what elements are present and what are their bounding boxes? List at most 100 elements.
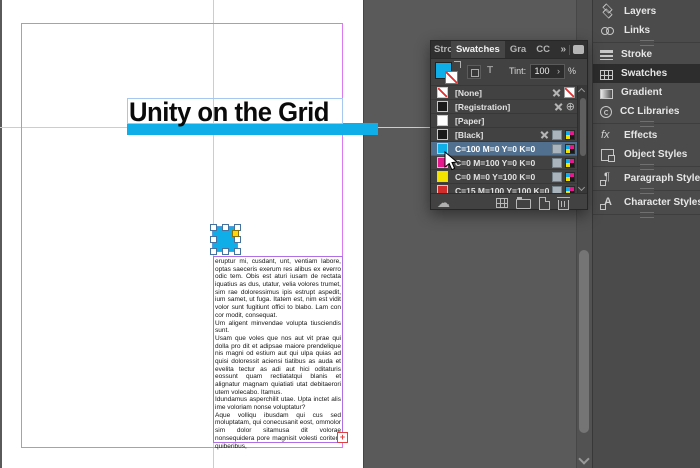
swatch-name: [Paper] xyxy=(455,116,484,126)
swatch-row-icons xyxy=(552,87,575,98)
swatch-row-icons: ⊕ xyxy=(554,102,575,112)
square-icon xyxy=(552,130,562,140)
swatch-row-icons xyxy=(552,158,575,168)
swatch-list-scrollbar[interactable] xyxy=(577,86,587,193)
swatch-row[interactable]: [None] xyxy=(431,86,587,100)
swatch-row[interactable]: C=0 M=0 Y=100 K=0 xyxy=(431,170,587,184)
selection-handle-e[interactable] xyxy=(234,236,241,243)
stroke-proxy-swatch-none[interactable] xyxy=(445,71,458,84)
divider-grip-icon[interactable] xyxy=(640,164,654,170)
panel-dock-sidebar: Layers Links StrokeSwatchesGradientCC Libr… xyxy=(592,0,700,468)
panel-menu-icon[interactable] xyxy=(573,45,584,54)
swatch-chip xyxy=(437,101,448,112)
cmyk-icon xyxy=(565,158,575,168)
tint-value-field[interactable]: 100 xyxy=(530,64,554,79)
swatch-row-icons xyxy=(540,130,575,140)
sidebar-item-links[interactable]: Links xyxy=(593,21,700,40)
panel-overflow-chevrons-icon[interactable]: » xyxy=(560,44,566,55)
new-swatch-icon[interactable] xyxy=(539,197,550,210)
sidebar-item-cc-libraries[interactable]: CC Libraries xyxy=(593,102,700,121)
formatting-affects-container-button[interactable] xyxy=(467,65,481,79)
text-overflow-indicator[interactable]: + xyxy=(337,432,348,443)
effects-icon xyxy=(600,129,616,143)
sidebar-item-character-styles[interactable]: Character Styles xyxy=(593,193,700,212)
sidebar-group-divider xyxy=(593,121,700,126)
selection-handle-se[interactable] xyxy=(234,248,241,255)
registration-icon: ⊕ xyxy=(566,102,575,112)
cc-cloud-icon[interactable] xyxy=(437,194,450,212)
panel-tab-stro[interactable]: Stro xyxy=(431,41,451,58)
sidebar-item-object-styles[interactable]: Object Styles xyxy=(593,145,700,164)
indesign-workspace: Unity on the Grid eruptur mi, cusdant, u… xyxy=(0,0,700,468)
stroke-icon xyxy=(600,50,613,61)
divider-grip-icon[interactable] xyxy=(640,121,654,127)
sidebar-item-label: Layers xyxy=(624,6,656,17)
headline-text: Unity on the Grid xyxy=(129,97,329,128)
square-icon xyxy=(552,172,562,182)
new-grid-icon[interactable] xyxy=(496,198,508,208)
cmyk-icon xyxy=(565,130,575,140)
panel-tab-cc[interactable]: CC xyxy=(531,41,555,58)
tint-label: Tint: xyxy=(509,66,526,76)
swatch-row[interactable]: C=15 M=100 Y=100 K=0 xyxy=(431,184,587,193)
swatch-row-icons xyxy=(552,144,575,154)
divider-grip-icon[interactable] xyxy=(640,188,654,194)
swatch-name: C=0 M=0 Y=100 K=0 xyxy=(455,172,535,182)
new-group-icon[interactable] xyxy=(516,199,531,209)
scrollbar-down-arrow-icon[interactable] xyxy=(578,453,589,464)
selection-handle-n[interactable] xyxy=(222,224,229,231)
list-scroll-up-icon[interactable] xyxy=(578,88,585,95)
links-icon xyxy=(600,24,616,38)
sidebar-item-layers[interactable]: Layers xyxy=(593,2,700,21)
sidebar-item-gradient[interactable]: Gradient xyxy=(593,83,700,102)
square-icon xyxy=(552,158,562,168)
swatch-row[interactable]: [Black] xyxy=(431,128,587,142)
swatch-row-icons xyxy=(552,186,575,194)
list-scroll-down-icon[interactable] xyxy=(578,184,585,191)
sidebar-group-divider xyxy=(593,212,700,217)
swap-fill-stroke-icon[interactable] xyxy=(454,61,461,68)
panel-tab-swatches[interactable]: Swatches xyxy=(451,41,505,58)
sidebar-item-swatches[interactable]: Swatches xyxy=(593,64,700,83)
sidebar-item-effects[interactable]: Effects xyxy=(593,126,700,145)
swatch-name: [Black] xyxy=(455,130,483,140)
scrollbar-thumb[interactable] xyxy=(579,250,589,433)
swatches-footer xyxy=(431,193,587,212)
panel-tab-gra[interactable]: Gra xyxy=(505,41,531,58)
headline-text-frame[interactable]: Unity on the Grid xyxy=(127,98,343,124)
formatting-affects-text-button[interactable]: T xyxy=(487,65,493,76)
sidebar-item-label: Object Styles xyxy=(624,149,687,160)
trash-icon[interactable] xyxy=(558,200,569,210)
cmyk-icon xyxy=(565,186,575,194)
body-paragraph: Aque volliqu ibusdam qui cus sed molupta… xyxy=(215,412,341,450)
swatch-row[interactable]: [Paper] xyxy=(431,114,587,128)
swatches-controls: T Tint: 100 › % xyxy=(431,59,587,86)
sidebar-item-paragraph-styles[interactable]: Paragraph Styles xyxy=(593,169,700,188)
swatch-chip xyxy=(437,157,448,168)
swatch-row[interactable]: [Registration] ⊕ xyxy=(431,100,587,114)
swatch-chip xyxy=(437,129,448,140)
body-text-frame[interactable]: eruptur mi, cusdant, unt, ventiam labore… xyxy=(213,256,343,443)
swatch-chip xyxy=(437,115,448,126)
swatch-row[interactable]: C=100 M=0 Y=0 K=0 xyxy=(431,142,587,156)
selection-handle-sw[interactable] xyxy=(210,248,217,255)
sidebar-item-stroke[interactable]: Stroke xyxy=(593,45,700,64)
swatch-name: [Registration] xyxy=(455,102,510,112)
selection-handle-w[interactable] xyxy=(210,236,217,243)
square-icon xyxy=(552,186,562,194)
selection-handle-s[interactable] xyxy=(222,248,229,255)
sidebar-item-label: Links xyxy=(624,25,650,36)
swatch-name: C=100 M=0 Y=0 K=0 xyxy=(455,144,535,154)
swatch-row[interactable]: C=0 M=100 Y=0 K=0 xyxy=(431,156,587,170)
tint-dropdown-arrow-icon[interactable]: › xyxy=(553,64,565,79)
tab-bar-separator xyxy=(569,45,570,55)
layers-icon xyxy=(600,5,616,19)
fill-stroke-proxy[interactable] xyxy=(435,61,465,85)
divider-grip-icon[interactable] xyxy=(640,40,654,46)
swatch-name: [None] xyxy=(455,88,482,98)
list-scrollbar-thumb[interactable] xyxy=(580,98,586,156)
selection-handle-nw[interactable] xyxy=(210,224,217,231)
divider-grip-icon[interactable] xyxy=(640,212,654,218)
live-corner-handle[interactable] xyxy=(232,230,239,237)
swatch-chip xyxy=(437,171,448,182)
